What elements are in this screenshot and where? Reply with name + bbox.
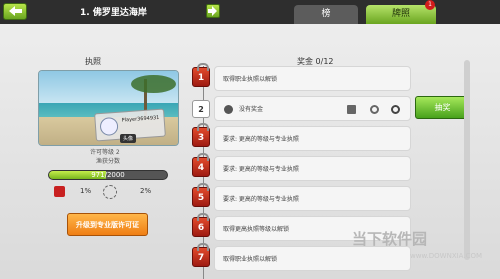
scale-icon (347, 105, 356, 114)
lock-icon: 7 (192, 243, 210, 267)
tab-leaderboard[interactable]: 榜 (294, 5, 358, 24)
notification-badge: 1 (425, 0, 435, 10)
stat-1: 1% (80, 187, 92, 195)
progress-text: 971/2000 (91, 171, 125, 179)
reward-row: 要求: 更高的等级与专业执照 (214, 126, 411, 151)
lock-icon: 1 (192, 63, 210, 87)
dice-icon (54, 186, 65, 197)
back-arrow-icon (9, 6, 22, 16)
reward-text: 取得更高执照等级以解锁 (223, 226, 290, 233)
reward-row-active: 没有奖金 (214, 96, 411, 121)
lock-icon: 4 (192, 153, 210, 177)
location-title: 1. 佛罗里达海岸 (80, 8, 147, 18)
reward-text: 要求: 更高的等级与专业执照 (223, 196, 299, 203)
stat-2: 2% (140, 187, 152, 195)
license-level: 许可等级 2 (90, 149, 120, 156)
reward-number: 2 (192, 100, 210, 118)
reward-row: 要求: 更高的等级与专业执照 (214, 156, 411, 181)
progress-bar: 971/2000 (48, 170, 168, 180)
reward-row: 取得职业执照以解锁 (214, 66, 411, 91)
next-location-button[interactable] (206, 4, 220, 18)
clock-icon (391, 105, 400, 114)
scrollbar[interactable] (464, 60, 470, 260)
license-card: Player3694931 (38, 70, 179, 146)
reward-row: 要求: 更高的等级与专业执照 (214, 186, 411, 211)
reward-text: 取得职业执照以解锁 (223, 256, 278, 263)
forward-arrow-icon (208, 6, 217, 16)
avatar-tag[interactable]: 头像 (120, 134, 137, 143)
back-button[interactable] (3, 3, 27, 20)
lock-icon: 3 (192, 123, 210, 147)
reward-text: 没有奖金 (239, 106, 264, 113)
reward-row: 取得职业执照以解锁 (214, 246, 411, 271)
player-name: Player3694931 (121, 114, 160, 124)
reward-text: 要求: 更高的等级与专业执照 (223, 166, 299, 173)
lock-icon: 6 (192, 213, 210, 237)
reward-text: 要求: 更高的等级与专业执照 (223, 136, 299, 143)
license-title: 执照 (85, 57, 101, 66)
watermark-url: www.DOWNXIA.COM (410, 252, 483, 260)
avatar (99, 116, 119, 137)
watermark: 当下软件园 (352, 230, 428, 248)
lock-icon: 5 (192, 183, 210, 207)
net-icon (370, 105, 379, 114)
palm-leaves (131, 75, 176, 93)
score-label: 渔获分数 (96, 158, 121, 165)
reward-text: 取得职业执照以解锁 (223, 76, 278, 83)
upgrade-license-button[interactable]: 升级到专业版许可证 (67, 213, 148, 236)
claim-button[interactable]: 抽奖 (415, 96, 470, 119)
spinner-icon (103, 185, 117, 199)
fish-icon (224, 105, 233, 114)
